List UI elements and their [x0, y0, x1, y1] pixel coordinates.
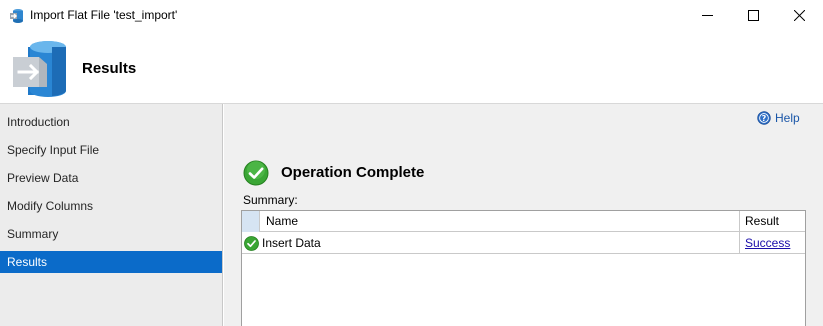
- wizard-steps-sidebar: Introduction Specify Input File Preview …: [0, 104, 223, 326]
- sidebar-item-preview-data[interactable]: Preview Data: [0, 167, 222, 189]
- sidebar-item-results[interactable]: Results: [0, 251, 222, 273]
- import-flat-file-icon: [10, 9, 23, 23]
- table-corner-cell: [242, 211, 260, 232]
- sidebar-item-summary[interactable]: Summary: [0, 223, 222, 245]
- help-label: Help: [775, 111, 800, 125]
- sidebar-item-specify-input-file[interactable]: Specify Input File: [0, 139, 222, 161]
- table-header: Name Result: [242, 211, 805, 232]
- database-import-icon: [13, 41, 66, 97]
- svg-text:?: ?: [762, 114, 767, 123]
- maximize-icon: [747, 10, 759, 21]
- summary-table: Name Result Insert Data Success: [241, 210, 806, 326]
- success-check-icon: [243, 235, 259, 251]
- summary-label: Summary:: [243, 193, 298, 207]
- help-icon: ?: [757, 111, 771, 125]
- table-row[interactable]: Insert Data Success: [242, 232, 805, 254]
- minimize-icon: [701, 15, 713, 16]
- close-button[interactable]: [776, 0, 822, 31]
- row-result-link[interactable]: Success: [740, 232, 805, 254]
- page-title: Results: [82, 60, 137, 77]
- maximize-button[interactable]: [730, 0, 776, 31]
- row-status-cell: [242, 232, 260, 254]
- sidebar-item-introduction[interactable]: Introduction: [0, 111, 222, 133]
- minimize-button[interactable]: [684, 0, 730, 31]
- title-bar: Import Flat File 'test_import': [0, 0, 823, 31]
- wizard-header: Results: [0, 31, 823, 104]
- column-header-result[interactable]: Result: [740, 211, 805, 232]
- window-title: Import Flat File 'test_import': [30, 8, 178, 22]
- success-check-icon: [243, 160, 269, 186]
- sidebar-item-modify-columns[interactable]: Modify Columns: [0, 195, 222, 217]
- operation-status-title: Operation Complete: [281, 164, 425, 181]
- row-name-cell: Insert Data: [260, 232, 740, 254]
- close-icon: [793, 10, 805, 21]
- column-header-name[interactable]: Name: [260, 211, 740, 232]
- results-panel: ? Help Operation Complete Summary: Name …: [224, 104, 823, 326]
- help-link[interactable]: ? Help: [757, 110, 800, 126]
